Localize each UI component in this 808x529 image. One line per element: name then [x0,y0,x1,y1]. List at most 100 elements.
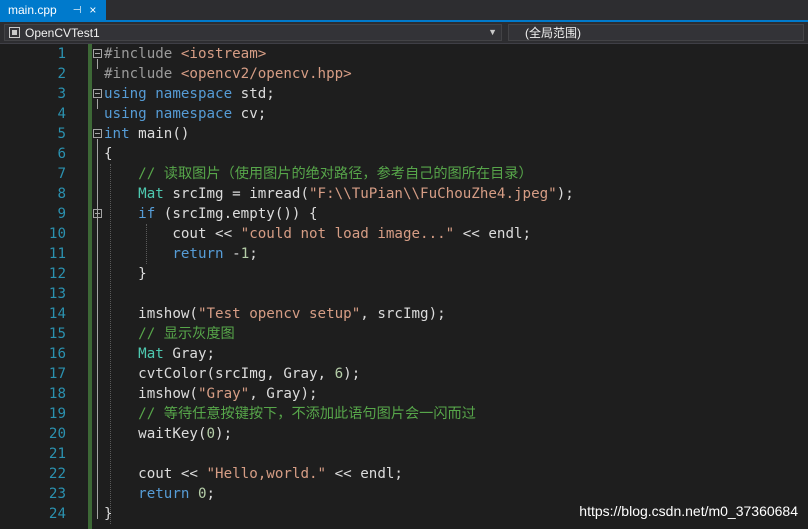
code-line[interactable]: 21 [0,444,808,464]
code-text: int main() [104,124,189,144]
code-line[interactable]: 14 imshow("Test opencv setup", srcImg); [0,304,808,324]
project-icon [9,27,20,38]
code-token: 0 [206,426,216,442]
code-text: #include <opencv2/opencv.hpp> [104,64,352,84]
code-token: "F:\\TuPian\\FuChouZhe4.jpeg" [309,186,557,202]
line-number: 10 [48,226,66,242]
line-number: 22 [48,466,66,482]
code-token: using namespace [104,86,241,102]
code-text: cout << "could not load image..." << end… [104,224,531,244]
code-text: Mat Gray; [104,344,215,364]
code-token: - [223,246,241,262]
code-token: , Gray); [249,386,318,402]
code-text: cout << "Hello,world." << endl; [104,464,403,484]
line-number: 17 [48,366,66,382]
code-token: ; [206,486,216,502]
code-token: cv; [240,106,267,122]
code-token: ); [343,366,361,382]
code-line[interactable]: 6{ [0,144,808,164]
code-token: << endl; [326,466,403,482]
code-line[interactable]: 20 waitKey(0); [0,424,808,444]
line-number: 1 [57,46,66,62]
code-token: <opencv2/opencv.hpp> [180,66,352,82]
code-line[interactable]: 8 Mat srcImg = imread("F:\\TuPian\\FuCho… [0,184,808,204]
code-line[interactable]: 15 // 显示灰度图 [0,324,808,344]
code-token: Gray; [163,346,216,362]
code-text: waitKey(0); [104,424,232,444]
code-token: 0 [197,486,207,502]
code-token: "Gray" [197,386,250,402]
code-line[interactable]: 10 cout << "could not load image..." << … [0,224,808,244]
code-token: Mat [138,186,164,202]
code-line[interactable]: 7 // 读取图片（使用图片的绝对路径，参考自己的图所在目录） [0,164,808,184]
code-token: #include [104,66,181,82]
tab-main-cpp[interactable]: main.cpp ⊣ × [0,0,106,20]
code-line[interactable]: 9 if (srcImg.empty()) { [0,204,808,224]
code-token: // 等待任意按键按下，不添加此语句图片会一闪而过 [138,406,476,422]
line-number: 20 [48,426,66,442]
line-number: 21 [48,446,66,462]
code-text: if (srcImg.empty()) { [104,204,317,224]
code-text: return -1; [104,244,258,264]
line-number: 23 [48,486,66,502]
code-line[interactable]: 1 #include <iostream> [0,44,808,64]
code-token: cout << [104,226,241,242]
code-line[interactable]: 12 } [0,264,808,284]
code-token: std; [240,86,275,102]
code-text: Mat srcImg = imread("F:\\TuPian\\FuChouZ… [104,184,574,204]
code-token: 6 [334,366,344,382]
code-token: "could not load image..." [240,226,455,242]
code-token: } [104,506,113,522]
line-number: 16 [48,346,66,362]
line-number: 3 [57,86,66,102]
line-number: 13 [48,286,66,302]
code-line[interactable]: 19 // 等待任意按键按下，不添加此语句图片会一闪而过 [0,404,808,424]
close-icon[interactable]: × [89,3,96,17]
code-token: } [104,266,147,282]
code-token: #include [104,46,181,62]
code-token: ; [249,246,258,262]
code-token: <iostream> [180,46,267,62]
code-line[interactable]: 4 using namespace cv; [0,104,808,124]
navigation-bar: OpenCVTest1 ▼ (全局范围) [0,22,808,44]
tab-label: main.cpp [8,3,57,17]
line-number: 15 [48,326,66,342]
code-token: , srcImg); [360,306,446,322]
code-token: if [138,206,156,222]
code-line[interactable]: 18 imshow("Gray", Gray); [0,384,808,404]
code-line[interactable]: 16 Mat Gray; [0,344,808,364]
chevron-down-icon[interactable]: ▼ [488,25,497,40]
code-line[interactable]: 2 #include <opencv2/opencv.hpp> [0,64,808,84]
code-line[interactable]: 11 return -1; [0,244,808,264]
code-line[interactable]: 5 int main() [0,124,808,144]
scope-dropdown[interactable]: (全局范围) [508,24,804,41]
project-dropdown[interactable]: OpenCVTest1 ▼ [4,24,502,41]
code-text: return 0; [104,484,215,504]
code-token: imshow( [104,386,198,402]
code-line[interactable]: 13 [0,284,808,304]
code-line[interactable]: 17 cvtColor(srcImg, Gray, 6); [0,364,808,384]
line-number: 24 [48,506,66,522]
code-text: { [104,144,113,164]
code-line[interactable]: 23 return 0; [0,484,808,504]
code-token: return [138,486,190,502]
code-token: cout << [104,466,207,482]
code-editor[interactable]: 1 #include <iostream> 2 #include <opencv2/o… [0,44,808,529]
line-number: 14 [48,306,66,322]
code-line[interactable]: 3 using namespace std; [0,84,808,104]
code-token: ); [556,186,574,202]
code-text: } [104,264,147,284]
code-text: imshow("Test opencv setup", srcImg); [104,304,446,324]
code-text: using namespace cv; [104,104,266,124]
pin-icon[interactable]: ⊣ [73,5,82,16]
code-line[interactable]: 22 cout << "Hello,world." << endl; [0,464,808,484]
